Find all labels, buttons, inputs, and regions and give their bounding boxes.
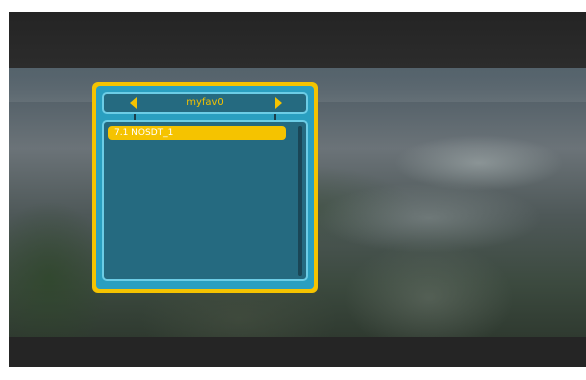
channel-list-item-selected[interactable]: 7.1 NOSDT_1 (108, 126, 286, 140)
next-group-icon[interactable] (275, 97, 282, 109)
channel-list-scrollbar[interactable] (298, 126, 302, 276)
channel-list: 7.1 NOSDT_1 (102, 120, 308, 281)
favorites-panel: myfav0 7.1 NOSDT_1 (92, 82, 318, 293)
letterbox-top (9, 12, 586, 68)
favorites-panel-body: myfav0 7.1 NOSDT_1 (96, 86, 314, 289)
favorite-group-selector[interactable]: myfav0 (102, 92, 308, 114)
letterbox-bottom (9, 337, 586, 367)
